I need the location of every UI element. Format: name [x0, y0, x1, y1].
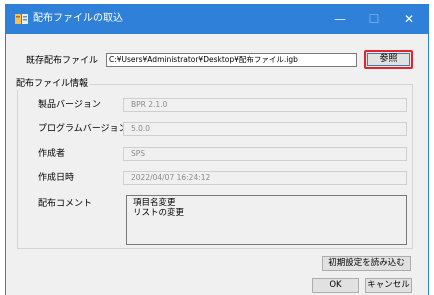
ok-button[interactable]: OK [312, 278, 359, 293]
app-icon [15, 14, 28, 24]
author-label: 作成者 [38, 149, 66, 159]
product-version-label: 製品バージョン [38, 100, 101, 110]
program-version-field: 5.0.0 [123, 122, 407, 136]
load-initial-settings-button[interactable]: 初期設定を読み込む [322, 256, 411, 271]
created-date-label: 作成日時 [38, 173, 75, 183]
author-field: SPS [123, 147, 407, 161]
comment-line: リストの変更 [133, 208, 185, 218]
existing-file-label: 既存配布ファイル [26, 56, 99, 66]
product-version-field: BPR 2.1.0 [123, 98, 407, 112]
comment-label: 配布コメント [38, 199, 93, 209]
minimize-button[interactable]: — [323, 4, 357, 34]
browse-button[interactable]: 参照 [364, 50, 413, 69]
comment-textarea[interactable]: 項目名変更 リストの変更 [126, 195, 407, 245]
window-title: 配布ファイルの取込 [33, 13, 123, 24]
cancel-button[interactable]: キャンセル [365, 278, 412, 293]
created-date-field: 2022/04/07 16:24:12 [123, 171, 407, 185]
browse-button-label: 参照 [367, 53, 410, 66]
existing-file-path-input[interactable]: C:¥Users¥Administrator¥Desktop¥配布ファイル.ig… [106, 53, 357, 67]
program-version-label: プログラムバージョン [38, 124, 128, 134]
maximize-button[interactable]: ☐ [357, 4, 391, 34]
file-info-legend: 配布ファイル情報 [16, 78, 91, 90]
comment-line: 項目名変更 [133, 198, 176, 208]
title-bar[interactable]: 配布ファイルの取込 — ☐ ✕ [6, 4, 428, 34]
close-button[interactable]: ✕ [392, 4, 426, 34]
